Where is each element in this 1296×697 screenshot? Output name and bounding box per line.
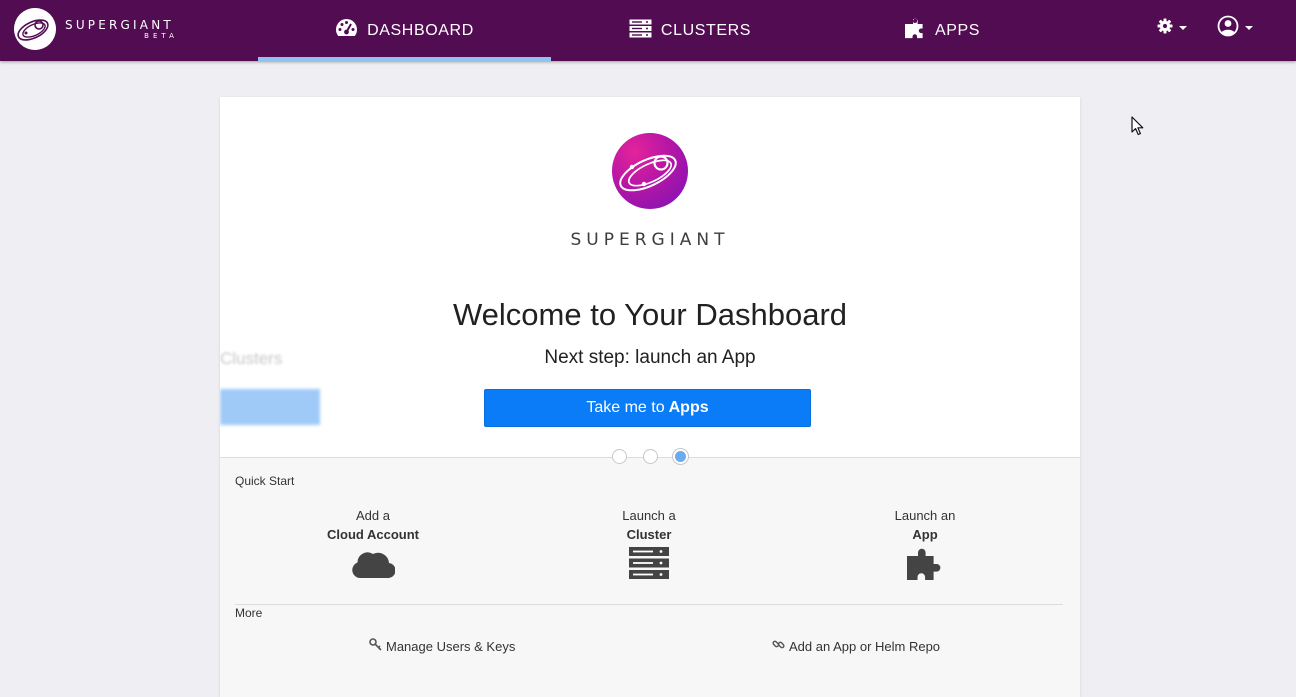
server-stack-icon — [629, 19, 661, 43]
brand-logo-link[interactable]: SUPERGIANT BETA — [14, 8, 174, 50]
brand-name: SUPERGIANT — [65, 17, 174, 32]
carousel-indicators — [612, 449, 688, 465]
cloud-icon — [283, 547, 463, 579]
key-icon — [369, 638, 386, 654]
supergiant-logo-icon — [14, 8, 56, 50]
supergiant-logo-icon — [612, 133, 688, 209]
quick-start-line2: Cluster — [626, 527, 672, 542]
quick-start-line2: App — [912, 527, 938, 542]
manage-users-keys-link[interactable]: Manage Users & Keys — [369, 638, 515, 654]
brand-beta-tag: BETA — [144, 31, 178, 40]
carousel-dot-1[interactable] — [612, 449, 627, 464]
tab-clusters-label: CLUSTERS — [660, 21, 752, 39]
hero-brand-wordmark: SUPERGIANT — [570, 230, 730, 250]
dashboard-card: Clusters SUPERGIANT Welcome to Your Dash… — [220, 97, 1080, 697]
next-step-text: Next step: launch an App — [544, 347, 756, 368]
add-app-helm-repo-link[interactable]: Add an App or Helm Repo — [772, 638, 940, 654]
link-icon — [772, 638, 789, 654]
quick-start-heading: Quick Start — [235, 474, 295, 488]
tab-apps-label: APPS — [934, 21, 981, 39]
quick-start-line1: Add a — [356, 508, 390, 523]
settings-dropdown[interactable] — [1157, 14, 1187, 42]
button-strong: Apps — [668, 399, 709, 416]
button-prefix: Take me to — [586, 399, 665, 416]
puzzle-piece-icon — [835, 547, 1015, 581]
more-link-label: Manage Users & Keys — [386, 638, 516, 654]
more-heading: More — [235, 606, 263, 620]
user-circle-icon — [1217, 15, 1239, 42]
carousel-dot-3[interactable] — [673, 449, 688, 464]
gear-icon — [1157, 18, 1173, 39]
launch-app-link[interactable]: Launch an App — [835, 506, 1015, 581]
quick-start-line1: Launch an — [894, 508, 956, 523]
add-cloud-account-link[interactable]: Add a Cloud Account — [283, 506, 463, 579]
carousel-dot-2[interactable] — [642, 449, 658, 464]
more-link-label: Add an App or Helm Repo — [789, 638, 941, 654]
page-title: Welcome to Your Dashboard — [452, 297, 848, 332]
quick-start-line1: Launch a — [622, 508, 676, 523]
tab-apps[interactable]: APPS — [874, 0, 1010, 61]
launch-cluster-link[interactable]: Launch a Cluster — [559, 506, 739, 579]
dashboard-gauge-icon — [335, 18, 367, 43]
tab-dashboard-label: DASHBOARD — [367, 21, 474, 39]
take-me-to-apps-button[interactable]: Take me to Apps — [484, 389, 811, 427]
previous-slide-ghost-button — [220, 389, 320, 425]
quick-start-panel: Quick Start Add a Cloud Account Launch a… — [220, 457, 1080, 697]
puzzle-piece-icon — [904, 18, 935, 44]
chevron-down-icon — [1179, 26, 1187, 30]
server-stack-icon — [559, 547, 739, 579]
quick-start-line2: Cloud Account — [327, 527, 419, 542]
mouse-pointer-icon — [1131, 116, 1145, 141]
welcome-carousel: Clusters SUPERGIANT Welcome to Your Dash… — [220, 97, 1080, 457]
user-dropdown[interactable] — [1217, 14, 1253, 42]
section-divider — [235, 604, 1063, 605]
tab-dashboard[interactable]: DASHBOARD — [258, 0, 551, 61]
top-navbar: SUPERGIANT BETA DASHBOARD CLUSTERS APPS — [0, 0, 1296, 61]
tab-clusters[interactable]: CLUSTERS — [598, 0, 782, 61]
chevron-down-icon — [1245, 26, 1253, 30]
